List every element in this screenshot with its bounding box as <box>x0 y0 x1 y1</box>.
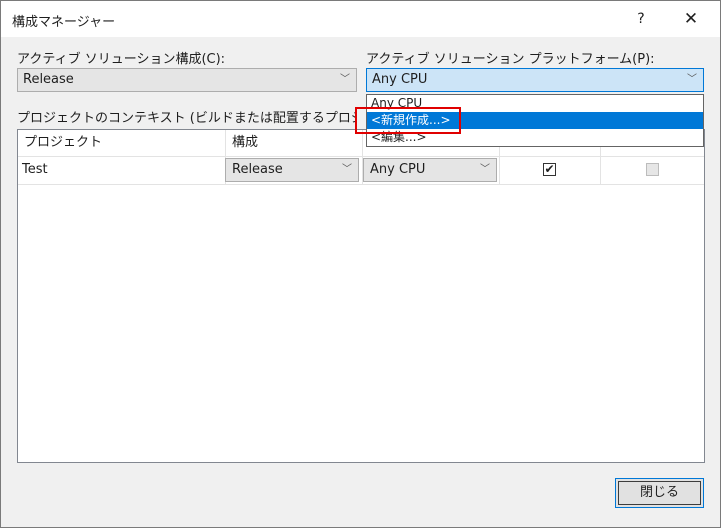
row-platform-value: Any CPU <box>370 162 426 177</box>
chevron-down-icon: ﹀ <box>480 164 490 175</box>
window-close-button[interactable]: ✕ <box>673 7 709 31</box>
window-title: 構成マネージャー <box>12 15 116 30</box>
active-config-label: アクティブ ソリューション構成(C): <box>17 52 226 67</box>
active-platform-select[interactable]: Any CPU ﹀ <box>366 68 704 92</box>
row-platform-select[interactable]: Any CPU ﹀ <box>363 158 497 182</box>
row-config-cell: Release ﹀ <box>225 156 363 184</box>
row-build-cell: ✔ <box>500 156 601 184</box>
chevron-down-icon: ﹀ <box>687 74 697 85</box>
row-config-select[interactable]: Release ﹀ <box>225 158 359 182</box>
chevron-down-icon: ﹀ <box>340 74 350 85</box>
column-header-config[interactable]: 構成 <box>226 130 363 156</box>
close-button[interactable]: 閉じる <box>615 478 704 508</box>
check-icon: ✔ <box>544 162 555 176</box>
build-checkbox[interactable]: ✔ <box>543 163 556 176</box>
active-platform-label: アクティブ ソリューション プラットフォーム(P): <box>366 52 655 67</box>
table-row: Test Release ﹀ Any CPU ﹀ ✔ <box>18 156 704 185</box>
active-config-value: Release <box>23 72 74 87</box>
highlight-box <box>355 107 461 134</box>
project-context-label: プロジェクトのコンテキスト (ビルドまたは配置するプロジェクト構成をチ <box>17 111 357 126</box>
title-bar: 構成マネージャー ? ✕ <box>1 1 720 37</box>
row-platform-cell: Any CPU ﹀ <box>363 156 500 184</box>
help-button[interactable]: ? <box>623 7 659 31</box>
active-platform-value: Any CPU <box>372 72 428 87</box>
configuration-manager-window: 構成マネージャー ? ✕ アクティブ ソリューション構成(C): Release… <box>0 0 721 528</box>
row-deploy-cell <box>601 156 704 184</box>
column-header-project[interactable]: プロジェクト <box>18 130 226 156</box>
row-config-value: Release <box>232 162 283 177</box>
active-config-select[interactable]: Release ﹀ <box>17 68 357 92</box>
chevron-down-icon: ﹀ <box>342 164 352 175</box>
row-project-name: Test <box>18 156 226 184</box>
close-button-focus-ring <box>618 481 701 505</box>
deploy-checkbox[interactable] <box>646 163 659 176</box>
project-context-grid: プロジェクト 構成 Test Release ﹀ Any CPU ﹀ ✔ <box>17 129 705 463</box>
